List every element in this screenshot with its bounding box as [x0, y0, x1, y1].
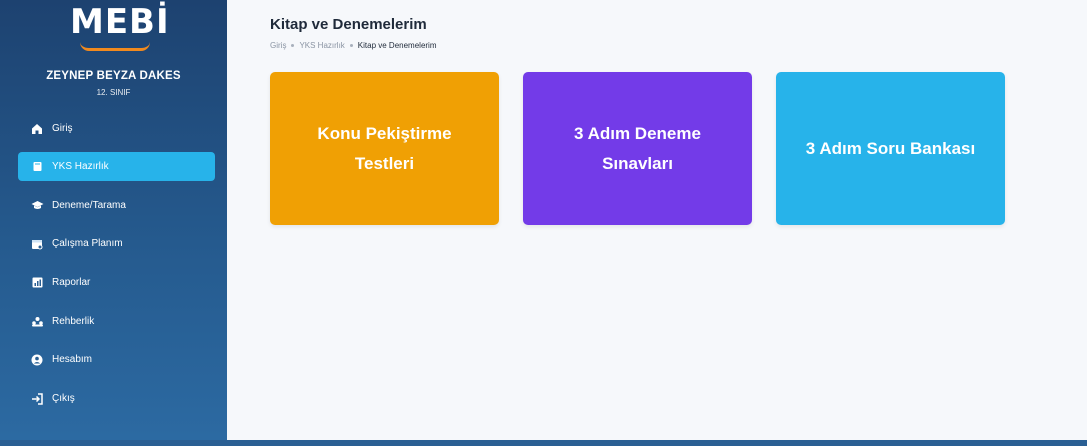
sidebar-item-label: YKS Hazırlık — [52, 161, 109, 172]
sidebar-item-yks-hazirlik[interactable]: YKS Hazırlık — [18, 152, 215, 181]
sidebar-item-label: Rehberlik — [52, 316, 95, 327]
sidebar-item-cikis[interactable]: Çıkış — [18, 384, 215, 413]
user-icon — [30, 353, 44, 367]
bottom-strip — [0, 440, 1087, 446]
sidebar-item-label: Çıkış — [52, 393, 75, 404]
chart-icon — [30, 276, 44, 290]
sidebar-item-label: Giriş — [52, 123, 73, 134]
card-label: Konu Pekiştirme Testleri — [317, 123, 452, 173]
logo-text: MEBİ — [70, 2, 170, 42]
calendar-icon — [30, 237, 44, 251]
sidebar-item-hesabim[interactable]: Hesabım — [18, 345, 215, 374]
sidebar-item-label: Hesabım — [52, 354, 93, 365]
sidebar-item-label: Çalışma Planım — [52, 238, 123, 249]
card-label: 3 Adım Soru Bankası — [805, 138, 976, 158]
sidebar-item-deneme-tarama[interactable]: Deneme/Tarama — [18, 191, 215, 220]
breadcrumb-item-current: Kitap ve Denemelerim — [357, 41, 437, 50]
logout-icon — [30, 392, 44, 406]
breadcrumb-separator — [349, 44, 353, 47]
sidebar-item-label: Deneme/Tarama — [52, 200, 126, 211]
user-name: ZEYNEP BEYZA DAKES — [46, 70, 181, 82]
sidebar-item-raporlar[interactable]: Raporlar — [18, 268, 215, 297]
page-title: Kitap ve Denemelerim — [270, 16, 427, 33]
sidebar: MEBİ ZEYNEP BEYZA DAKES 12. SINIF Giriş … — [0, 0, 227, 440]
sidebar-item-label: Raporlar — [52, 277, 91, 288]
book-icon — [30, 160, 44, 174]
people-icon — [30, 315, 44, 329]
breadcrumb-item-yks-hazirlik[interactable]: YKS Hazırlık — [299, 41, 344, 50]
breadcrumb: Giriş YKS Hazırlık Kitap ve Denemelerim — [270, 41, 437, 50]
card-3-adim-deneme-sinavlari[interactable]: 3 Adım Deneme Sınavları — [523, 72, 752, 225]
breadcrumb-item-giris[interactable]: Giriş — [270, 41, 286, 50]
sidebar-item-calisma-planim[interactable]: Çalışma Planım — [18, 229, 215, 258]
main-content: Kitap ve Denemelerim Giriş YKS Hazırlık … — [227, 0, 1087, 440]
sidebar-item-rehberlik[interactable]: Rehberlik — [18, 307, 215, 336]
logo-underline — [80, 42, 150, 51]
home-icon — [30, 122, 44, 136]
breadcrumb-separator — [291, 44, 295, 47]
card-3-adim-soru-bankasi[interactable]: 3 Adım Soru Bankası — [776, 72, 1005, 225]
card-label: 3 Adım Deneme Sınavları — [574, 123, 701, 173]
user-class: 12. SINIF — [96, 88, 131, 97]
mebi-logo[interactable]: MEBİ — [70, 2, 170, 51]
sidebar-item-giris[interactable]: Giriş — [18, 114, 215, 143]
graduation-cap-icon — [30, 199, 44, 213]
card-konu-pekistirme-testleri[interactable]: Konu Pekiştirme Testleri — [270, 72, 499, 225]
